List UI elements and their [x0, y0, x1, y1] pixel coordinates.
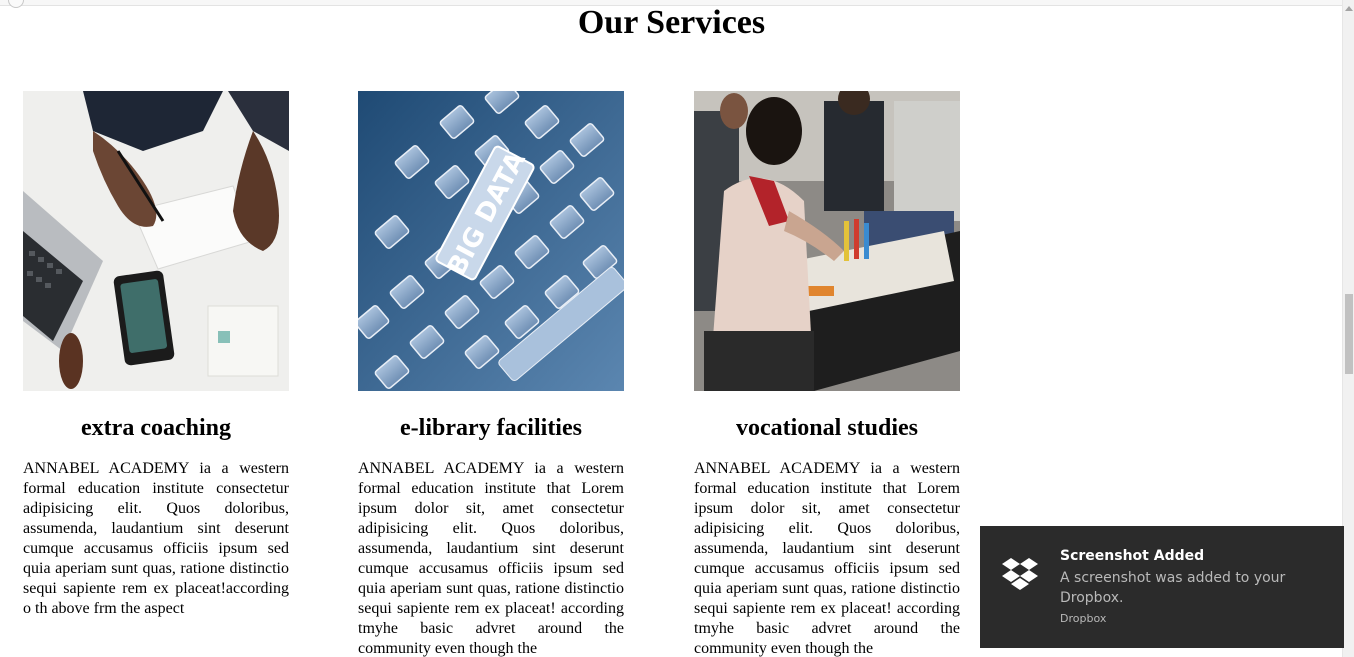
service-card-extra-coaching: extra coaching ANNABEL ACADEMY ia a west…	[23, 91, 289, 619]
scroll-up-arrow-icon[interactable]	[1345, 6, 1353, 11]
notification-source: Dropbox	[1060, 612, 1107, 625]
page-title: Our Services	[577, 4, 766, 41]
e-library-image: BIG DATA	[358, 91, 624, 391]
scrollbar-thumb[interactable]	[1345, 294, 1353, 374]
card-heading: vocational studies	[735, 415, 918, 441]
notification-title: Screenshot Added	[1060, 548, 1205, 564]
card-description: ANNABEL ACADEMY ia a western formal educ…	[694, 460, 960, 657]
service-card-vocational-studies: vocational studies ANNABEL ACADEMY ia a …	[694, 91, 960, 657]
card-description: ANNABEL ACADEMY ia a western formal educ…	[23, 460, 289, 617]
dropbox-icon	[1002, 558, 1038, 592]
dropbox-notification[interactable]: Screenshot Added A screenshot was added …	[980, 526, 1344, 648]
service-card-e-library: BIG DATA e-library facilities ANNABEL AC…	[358, 91, 624, 657]
card-description: ANNABEL ACADEMY ia a western formal educ…	[358, 460, 624, 657]
notification-message: A screenshot was added to your Dropbox.	[1060, 570, 1286, 606]
vocational-studies-image	[694, 91, 960, 391]
coaching-image	[23, 91, 289, 391]
card-heading: extra coaching	[81, 415, 231, 441]
card-heading: e-library facilities	[400, 415, 582, 441]
